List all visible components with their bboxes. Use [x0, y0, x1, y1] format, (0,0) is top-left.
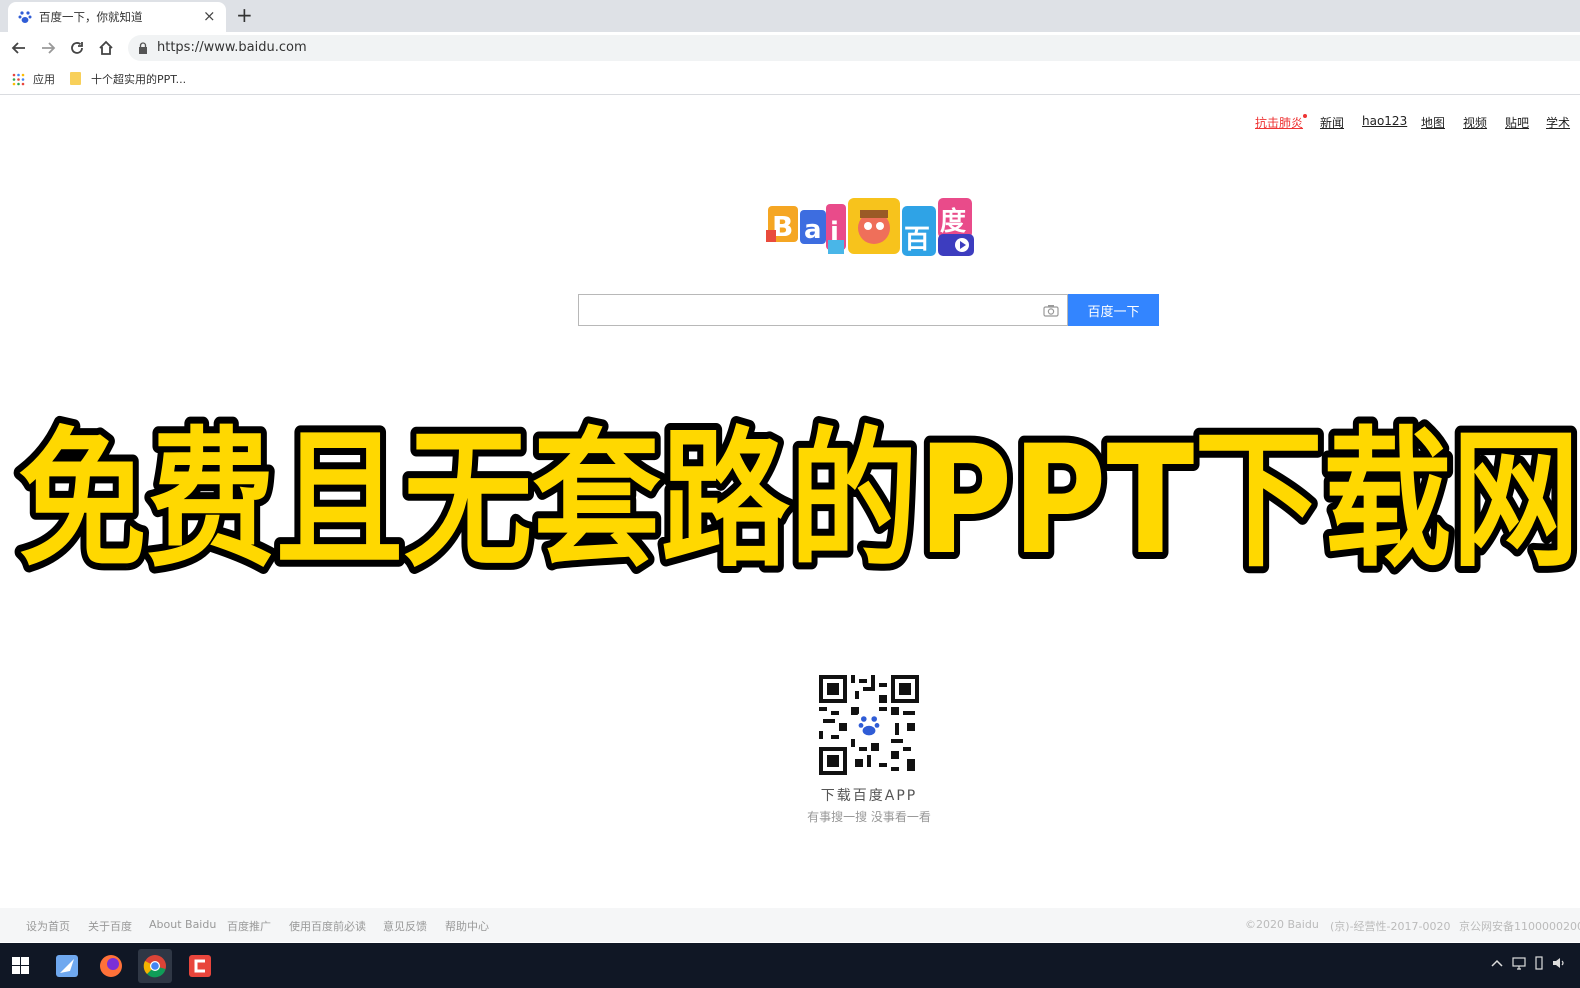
footer-link-about-baidu[interactable]: About Baidu [149, 918, 216, 931]
feather-app-icon [56, 955, 78, 977]
tray-chevron-up-icon[interactable] [1490, 957, 1504, 971]
windows-taskbar [0, 943, 1580, 988]
qr-code-image [819, 675, 919, 775]
footer-copyright: ©2020 Baidu [1245, 918, 1319, 931]
baidu-paw-icon [18, 11, 32, 23]
lock-icon [139, 42, 147, 54]
svg-text:度: 度 [940, 206, 966, 237]
overlay-caption: 免费且无套路的PPT下载网 [11, 407, 1580, 582]
footer-police-record[interactable]: 京公网安备11000002000001 [1459, 918, 1580, 934]
new-tab-button[interactable]: + [236, 3, 253, 27]
taskbar-app-chrome[interactable] [138, 949, 172, 983]
nav-link-map[interactable]: 地图 [1421, 114, 1445, 131]
browser-tab[interactable]: 百度一下，你就知道 × [8, 2, 226, 32]
taskbar-app-firefox[interactable] [94, 949, 128, 983]
notification-dot [1303, 114, 1307, 118]
svg-text:a: a [804, 215, 822, 245]
volume-icon[interactable] [1551, 955, 1567, 971]
footer-link-promotion[interactable]: 百度推广 [227, 918, 271, 934]
footer-link-terms[interactable]: 使用百度前必读 [289, 918, 366, 934]
qr-title: 下载百度APP [820, 788, 918, 804]
firefox-icon [100, 955, 122, 977]
tab-title: 百度一下，你就知道 [39, 10, 143, 24]
footer-link-about-baidu-cn[interactable]: 关于百度 [88, 918, 132, 934]
bookmark-ppt[interactable]: 十个超实用的PPT... [91, 71, 186, 87]
baidu-doodle-logo[interactable]: B a i 百 度 [766, 196, 976, 262]
folder-icon [70, 72, 81, 85]
network-icon[interactable] [1511, 955, 1527, 971]
taskbar-app-camtasia[interactable] [183, 949, 217, 983]
search-button[interactable]: 百度一下 [1068, 294, 1159, 326]
nav-link-video[interactable]: 视频 [1463, 114, 1487, 131]
url-text: https://www.baidu.com [157, 40, 307, 55]
footer-link-set-homepage[interactable]: 设为首页 [26, 918, 70, 934]
home-icon[interactable] [96, 38, 116, 58]
chrome-icon [143, 955, 166, 978]
windows-start-icon[interactable] [12, 957, 29, 974]
browser-toolbar: https://www.baidu.com [0, 32, 1580, 64]
camtasia-icon [189, 955, 211, 977]
footer-license[interactable]: (京)-经营性-2017-0020 [1330, 918, 1450, 934]
taskbar-app-feather[interactable] [50, 949, 84, 983]
footer-link-feedback[interactable]: 意见反馈 [383, 918, 427, 934]
reload-icon[interactable] [67, 38, 87, 58]
camera-icon[interactable] [1043, 304, 1059, 317]
address-bar[interactable]: https://www.baidu.com [128, 35, 1580, 61]
bookmark-apps[interactable]: 应用 [33, 71, 55, 87]
nav-link-hao123[interactable]: hao123 [1362, 114, 1407, 128]
nav-link-news[interactable]: 新闻 [1320, 114, 1344, 131]
usb-device-icon[interactable] [1533, 955, 1545, 971]
forward-arrow-icon[interactable] [38, 38, 58, 58]
nav-link-fight-pneumonia[interactable]: 抗击肺炎 [1255, 114, 1303, 131]
bookmarks-bar: 应用 十个超实用的PPT... [0, 64, 1580, 95]
nav-link-tieba[interactable]: 贴吧 [1505, 114, 1529, 131]
nav-link-xueshu[interactable]: 学术 [1546, 114, 1570, 131]
svg-text:百: 百 [904, 225, 930, 255]
qr-subtitle: 有事搜一搜 没事看一看 [807, 810, 931, 824]
tab-strip: 百度一下，你就知道 × + [0, 0, 1580, 32]
page-footer: 设为首页 关于百度 About Baidu 百度推广 使用百度前必读 意见反馈 … [0, 908, 1580, 942]
back-arrow-icon[interactable] [9, 38, 29, 58]
tab-close-button[interactable]: × [203, 7, 216, 25]
apps-grid-icon[interactable] [12, 73, 25, 86]
overlay-caption-text: 免费且无套路的PPT下载网 [18, 414, 1580, 582]
search-input[interactable] [578, 294, 1068, 326]
footer-link-help[interactable]: 帮助中心 [445, 918, 489, 934]
